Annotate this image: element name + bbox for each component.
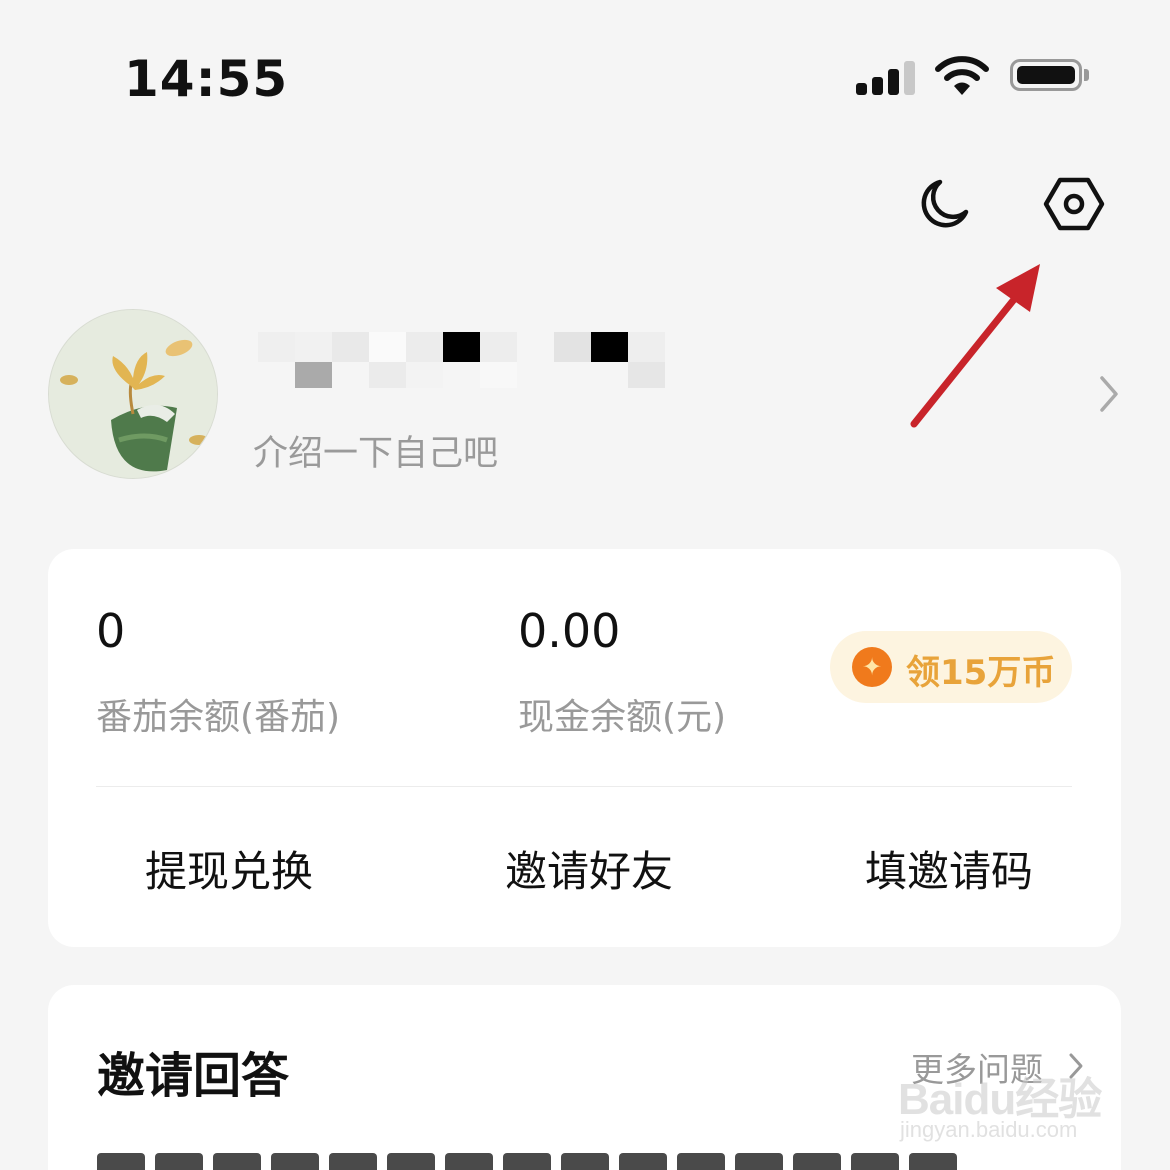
username-redacted [258, 332, 668, 394]
coin-icon: ✦ [852, 647, 892, 687]
cash-balance-value[interactable]: 0.00 [518, 604, 620, 658]
withdraw-exchange-button[interactable]: 提现兑换 [145, 838, 313, 899]
watermark-url: jingyan.baidu.com [900, 1117, 1078, 1142]
annotation-arrow [910, 264, 1040, 428]
invite-answer-title: 邀请回答 [97, 1048, 290, 1104]
baidu-watermark: Baidu经验 jingyan.baidu.com [898, 1063, 1118, 1153]
claim-coins-button[interactable]: ✦ 领15万币 [830, 631, 1072, 703]
avatar[interactable] [48, 309, 218, 479]
settings-hexagon-icon[interactable] [1042, 172, 1106, 236]
status-time: 14:55 [124, 50, 289, 108]
status-icons [850, 55, 1100, 101]
tomato-balance-label: 番茄余额(番茄) [96, 697, 341, 738]
chevron-right-icon[interactable] [1094, 372, 1124, 416]
battery-icon [1010, 59, 1082, 91]
avatar-illustration [49, 310, 217, 478]
divider [96, 786, 1072, 787]
claim-coins-label: 领15万币 [906, 653, 1056, 693]
cash-balance-label: 现金余额(元) [518, 697, 727, 738]
tomato-balance-value[interactable]: 0 [96, 604, 125, 658]
question-text-cut-off[interactable] [97, 1153, 1017, 1170]
moon-icon[interactable] [910, 172, 974, 236]
wifi-icon [935, 56, 989, 95]
enter-invite-code-button[interactable]: 填邀请码 [865, 838, 1033, 899]
profile-page: 14:55 介绍一下自己吧 0 番茄余额(番茄) 0.00 现金余额(元) ✦ … [0, 0, 1170, 1170]
profile-bio[interactable]: 介绍一下自己吧 [253, 425, 498, 476]
invite-friends-button[interactable]: 邀请好友 [505, 838, 673, 899]
